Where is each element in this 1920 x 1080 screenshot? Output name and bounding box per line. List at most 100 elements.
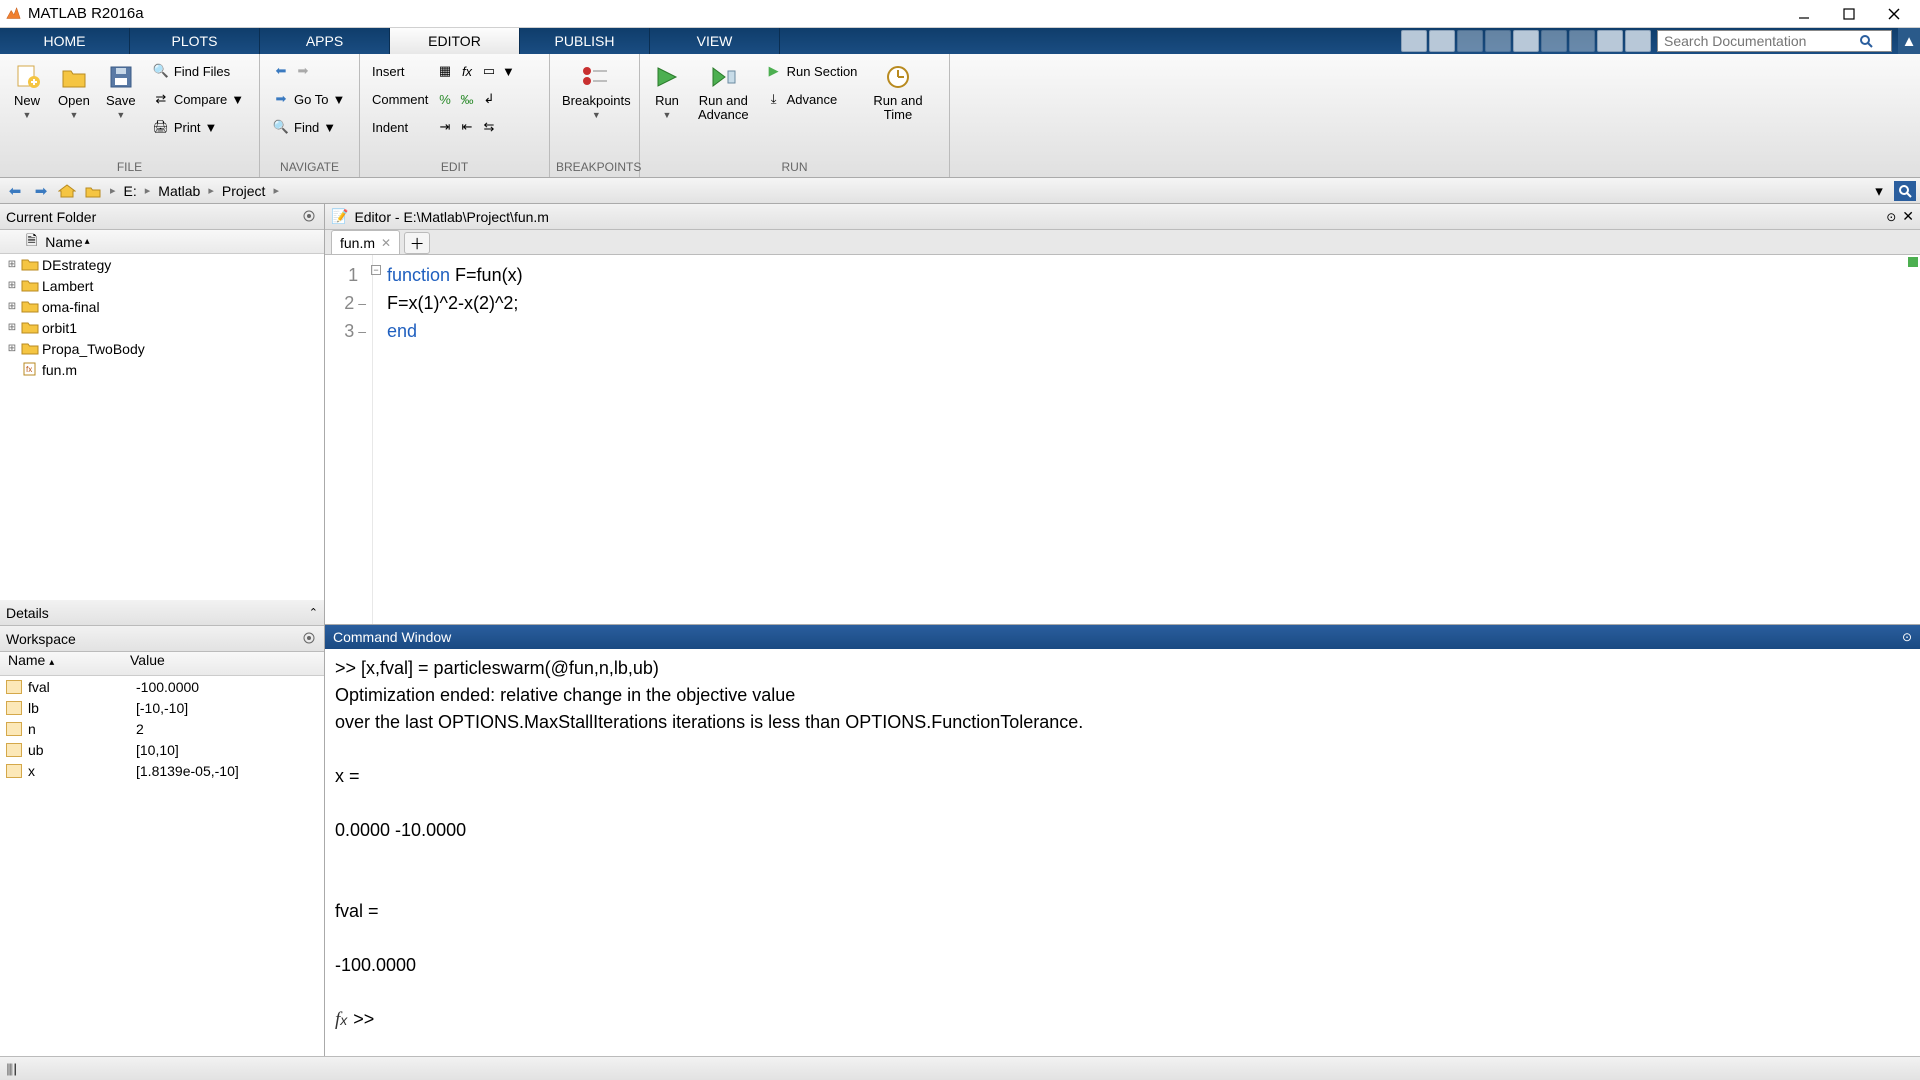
file-tab-funm[interactable]: fun.m ✕	[331, 230, 400, 254]
run-button[interactable]: Run▼	[646, 58, 688, 157]
right-column: 📝 Editor - E:\Matlab\Project\fun.m ⊙ ✕ f…	[325, 204, 1920, 1056]
nav-back-forward[interactable]: ⬅➡	[266, 58, 353, 84]
item-name: Lambert	[42, 278, 93, 294]
advance-button[interactable]: ⤓Advance	[759, 86, 864, 112]
details-header[interactable]: Details ⌃	[0, 600, 324, 626]
qa-icon-1[interactable]	[1401, 30, 1427, 52]
code-status-icon	[1908, 257, 1918, 267]
qa-save-icon[interactable]	[1429, 30, 1455, 52]
add-tab-button[interactable]: ＋	[404, 232, 430, 254]
gear-icon[interactable]	[302, 209, 318, 225]
close-button[interactable]	[1871, 0, 1916, 28]
expand-plus-icon[interactable]: ⊞	[6, 259, 18, 270]
crumb-2[interactable]: Project	[220, 183, 268, 199]
chevron-up-icon[interactable]: ⌃	[309, 606, 318, 619]
crumb-1[interactable]: Matlab	[156, 183, 202, 199]
close-tab-icon[interactable]: ✕	[381, 236, 391, 250]
qa-paste-icon[interactable]	[1513, 30, 1539, 52]
workspace-list[interactable]: fval-100.0000lb[-10,-10]n2ub[10,10]x[1.8…	[0, 676, 324, 1056]
tab-apps[interactable]: APPS	[260, 28, 390, 54]
tab-view[interactable]: VIEW	[650, 28, 780, 54]
folder-item[interactable]: ⊞DEstrategy	[0, 254, 324, 275]
mfile-icon: fx	[21, 362, 39, 378]
qa-undo-icon[interactable]	[1541, 30, 1567, 52]
run-section-button[interactable]: ▶Run Section	[759, 58, 864, 84]
qa-help-icon[interactable]	[1625, 30, 1651, 52]
run-advance-icon	[708, 62, 738, 92]
qa-cut-icon[interactable]	[1457, 30, 1483, 52]
ribbon-minimize-icon[interactable]: ▲	[1898, 28, 1920, 54]
panel-actions-icon[interactable]: ⊙	[1902, 630, 1912, 644]
qa-redo-icon[interactable]	[1569, 30, 1595, 52]
fold-minus-icon[interactable]: −	[371, 265, 381, 275]
addr-search-icon[interactable]	[1894, 181, 1916, 201]
maximize-button[interactable]	[1826, 0, 1871, 28]
folder-item[interactable]: fxfun.m	[0, 359, 324, 380]
qa-switch-icon[interactable]	[1597, 30, 1623, 52]
command-window-header[interactable]: Command Window ⊙	[325, 625, 1920, 649]
workspace-row[interactable]: lb[-10,-10]	[0, 697, 324, 718]
folder-column-header[interactable]: 🗎 Name ▴	[0, 230, 324, 254]
expand-plus-icon[interactable]: ⊞	[6, 322, 18, 333]
expand-plus-icon[interactable]: ⊞	[6, 280, 18, 291]
minimize-button[interactable]	[1781, 0, 1826, 28]
workspace-row[interactable]: n2	[0, 718, 324, 739]
compare-button[interactable]: ⇄Compare▼	[146, 86, 250, 112]
addr-back-icon[interactable]: ⬅	[4, 181, 26, 201]
breakpoints-group: Breakpoints▼ BREAKPOINTS	[550, 54, 640, 177]
workspace-row[interactable]: fval-100.0000	[0, 676, 324, 697]
expand-plus-icon[interactable]: ⊞	[6, 301, 18, 312]
tab-publish[interactable]: PUBLISH	[520, 28, 650, 54]
variable-icon	[6, 743, 22, 757]
save-button[interactable]: Save▼	[100, 58, 142, 157]
sort-asc-icon: ▴	[85, 236, 90, 247]
folder-item[interactable]: ⊞orbit1	[0, 317, 324, 338]
tab-plots[interactable]: PLOTS	[130, 28, 260, 54]
gear-icon[interactable]	[302, 631, 318, 647]
tab-editor[interactable]: EDITOR	[390, 28, 520, 54]
addr-browse-icon[interactable]	[82, 181, 104, 201]
search-documentation-input[interactable]	[1658, 33, 1858, 49]
command-prompt[interactable]: fx>>	[335, 1006, 1910, 1034]
var-name: lb	[28, 700, 136, 716]
addr-up-icon[interactable]	[56, 181, 78, 201]
goto-button[interactable]: ➡Go To▼	[266, 86, 353, 112]
new-button[interactable]: New▼	[6, 58, 48, 157]
expand-plus-icon[interactable]: ⊞	[6, 343, 18, 354]
folder-item[interactable]: ⊞oma-final	[0, 296, 324, 317]
current-folder-header[interactable]: Current Folder	[0, 204, 324, 230]
addr-dropdown-icon[interactable]: ▾	[1868, 181, 1890, 201]
open-button[interactable]: Open▼	[52, 58, 96, 157]
editor-header[interactable]: 📝 Editor - E:\Matlab\Project\fun.m ⊙ ✕	[325, 204, 1920, 230]
qa-copy-icon[interactable]	[1485, 30, 1511, 52]
crumb-drive[interactable]: E:	[122, 183, 139, 199]
workspace-column-header[interactable]: Name ▴ Value	[0, 652, 324, 676]
run-advance-button[interactable]: Run and Advance	[692, 58, 755, 157]
folder-icon	[21, 299, 39, 315]
comment-button[interactable]: Comment%‰↲	[366, 86, 543, 112]
folder-item[interactable]: ⊞Propa_TwoBody	[0, 338, 324, 359]
file-list[interactable]: ⊞DEstrategy⊞Lambert⊞oma-final⊞orbit1⊞Pro…	[0, 254, 324, 600]
code-editor[interactable]: 1 2–3– − function F=fun(x)F=x(1)^2-x(2)^…	[325, 255, 1920, 625]
run-time-button[interactable]: Run and Time	[867, 58, 928, 157]
indent-button[interactable]: Indent⇥⇤⇆	[366, 114, 543, 140]
editor-content[interactable]: − function F=fun(x)F=x(1)^2-x(2)^2;end	[373, 255, 523, 624]
panel-close-icon[interactable]: ✕	[1902, 208, 1914, 225]
folder-item[interactable]: ⊞ Lambert	[0, 275, 324, 296]
workspace-row[interactable]: x[1.8139e-05,-10]	[0, 760, 324, 781]
tab-home[interactable]: HOME	[0, 28, 130, 54]
command-window[interactable]: >> [x,fval] = particleswarm(@fun,n,lb,ub…	[325, 649, 1920, 1056]
workspace-row[interactable]: ub[10,10]	[0, 739, 324, 760]
workspace-header[interactable]: Workspace	[0, 626, 324, 652]
variable-icon	[6, 701, 22, 715]
breakpoints-button[interactable]: Breakpoints▼	[556, 58, 637, 157]
insert-button[interactable]: Insert▦fx▭▼	[366, 58, 543, 84]
addr-forward-icon[interactable]: ➡	[30, 181, 52, 201]
search-documentation[interactable]	[1657, 30, 1892, 52]
find-button[interactable]: 🔍Find▼	[266, 114, 353, 140]
var-name: ub	[28, 742, 136, 758]
panel-actions-icon[interactable]: ⊙	[1886, 210, 1896, 224]
search-icon[interactable]	[1858, 33, 1878, 49]
print-button[interactable]: 🖨Print▼	[146, 114, 250, 140]
find-files-button[interactable]: 🔍Find Files	[146, 58, 250, 84]
